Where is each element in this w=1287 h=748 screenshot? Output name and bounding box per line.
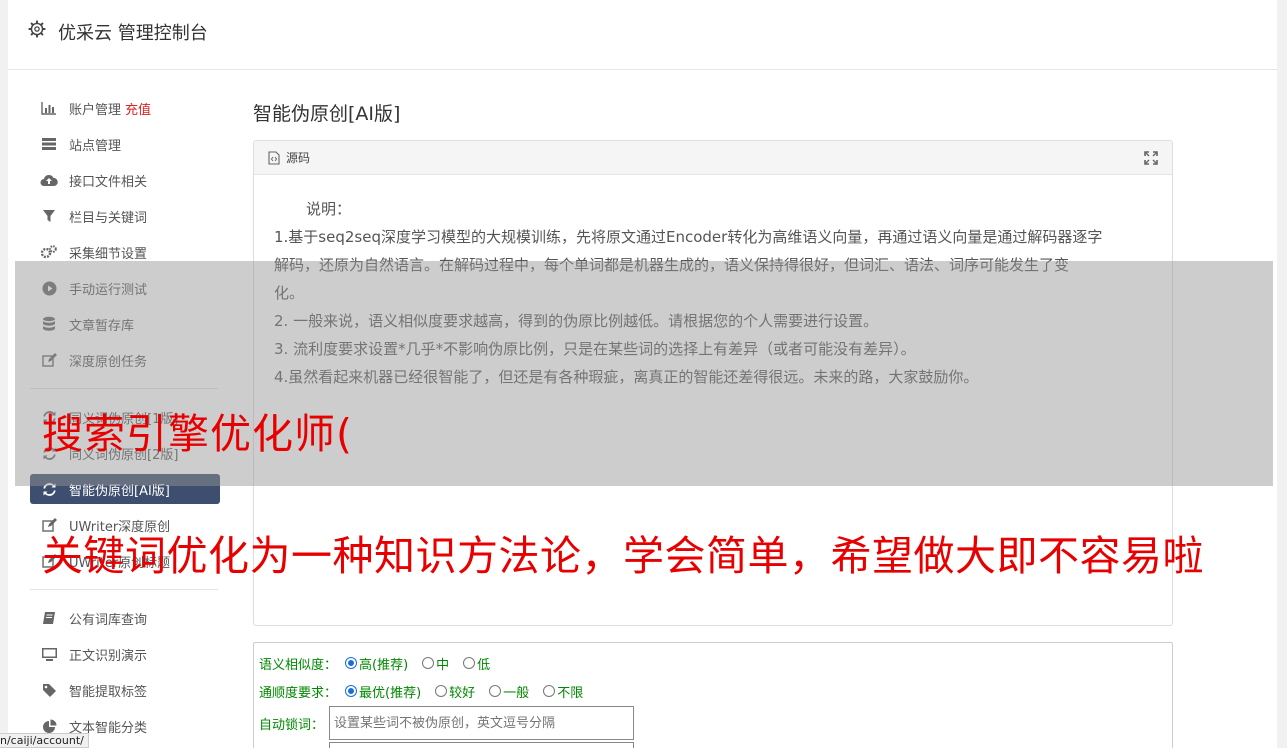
overlay-caption: 关键词优化为一种知识方法论，学会简单，希望做大即不容易啦	[42, 532, 1204, 580]
fluency-label: 通顺度要求：	[259, 685, 338, 701]
fluency-normal-radio[interactable]: 一般	[489, 682, 529, 701]
options-panel: 语义相似度： 高(推荐) 中 低 通顺度要求： 最优(推荐) 较好 一般 不限 …	[253, 642, 1173, 748]
filter-icon	[40, 207, 58, 225]
sidebar-item-extract-tags[interactable]: 智能提取标签	[30, 672, 220, 708]
sidebar-item-sites[interactable]: 站点管理	[30, 126, 220, 162]
code-file-icon	[268, 150, 280, 165]
similarity-medium-radio[interactable]: 中	[422, 654, 449, 673]
bar-chart-icon	[40, 99, 58, 117]
tag-icon	[40, 681, 58, 699]
sidebar-item-columns-keywords[interactable]: 栏目与关键词	[30, 198, 220, 234]
source-label: 源码	[286, 151, 311, 165]
fluency-good-radio[interactable]: 较好	[435, 682, 475, 701]
sidebar-item-label: 账户管理	[69, 102, 122, 118]
sidebar-item-public-thesaurus[interactable]: 公有词库查询	[30, 600, 220, 636]
app-window: 优采云 管理控制台 账户管理 充值 站点管理 接口文件相关 栏目与关键词 采集细…	[0, 0, 1287, 748]
sidebar-item-label: 正文识别演示	[69, 648, 148, 664]
autolock-label: 自动锁词：	[259, 717, 325, 733]
sidebar-item-label: 栏目与关键词	[69, 210, 148, 226]
autolock-row: 自动锁词：	[259, 705, 1172, 741]
sidebar-item-label: 公有词库查询	[69, 612, 148, 628]
sidebar-item-interface-files[interactable]: 接口文件相关	[30, 162, 220, 198]
fluency-any-radio[interactable]: 不限	[543, 682, 583, 701]
similarity-label: 语义相似度：	[259, 657, 338, 673]
sidebar-item-label: 站点管理	[69, 138, 122, 154]
recharge-badge[interactable]: 充值	[125, 99, 151, 118]
gear-icon[interactable]	[28, 20, 46, 38]
book-icon	[40, 609, 58, 627]
top-bar: 优采云 管理控制台	[8, 0, 1277, 70]
cloud-upload-icon	[40, 171, 58, 189]
status-bar-url: n/caiji/account/	[0, 733, 89, 748]
sidebar-divider	[30, 589, 218, 590]
source-header: 源码	[254, 141, 1172, 175]
fluency-best-radio[interactable]: 最优(推荐)	[345, 682, 421, 701]
sidebar-item-account[interactable]: 账户管理 充值	[30, 90, 220, 126]
app-title: 优采云 管理控制台	[58, 23, 208, 44]
similarity-low-radio[interactable]: 低	[463, 654, 490, 673]
page-title: 智能伪原创[AI版]	[253, 103, 401, 125]
server-icon	[40, 135, 58, 153]
gears-icon	[40, 243, 58, 261]
similarity-high-radio[interactable]: 高(推荐)	[345, 654, 408, 673]
description-line: 1.基于seq2seq深度学习模型的大规模训练，先将原文通过Encoder转化为…	[274, 228, 1103, 246]
overlay-headline: 搜索引擎优化师(	[42, 410, 353, 458]
sidebar-item-label: 智能提取标签	[69, 684, 148, 700]
fluency-row: 通顺度要求： 最优(推荐) 较好 一般 不限	[259, 677, 1172, 705]
description-heading: 说明：	[306, 200, 352, 218]
sidebar-item-label: 接口文件相关	[69, 174, 148, 190]
sidebar-item-text-recognition[interactable]: 正文识别演示	[30, 636, 220, 672]
second-input[interactable]	[329, 742, 634, 748]
similarity-row: 语义相似度： 高(推荐) 中 低	[259, 649, 1172, 677]
fullscreen-icon[interactable]	[1144, 151, 1158, 165]
monitor-icon	[40, 645, 58, 663]
autolock-input[interactable]	[329, 706, 634, 740]
sidebar-item-label: 采集细节设置	[69, 246, 148, 262]
main-content: 智能伪原创[AI版] 源码 说明： 1.基于seq2seq深度学习模型的大规模训…	[253, 98, 1173, 748]
